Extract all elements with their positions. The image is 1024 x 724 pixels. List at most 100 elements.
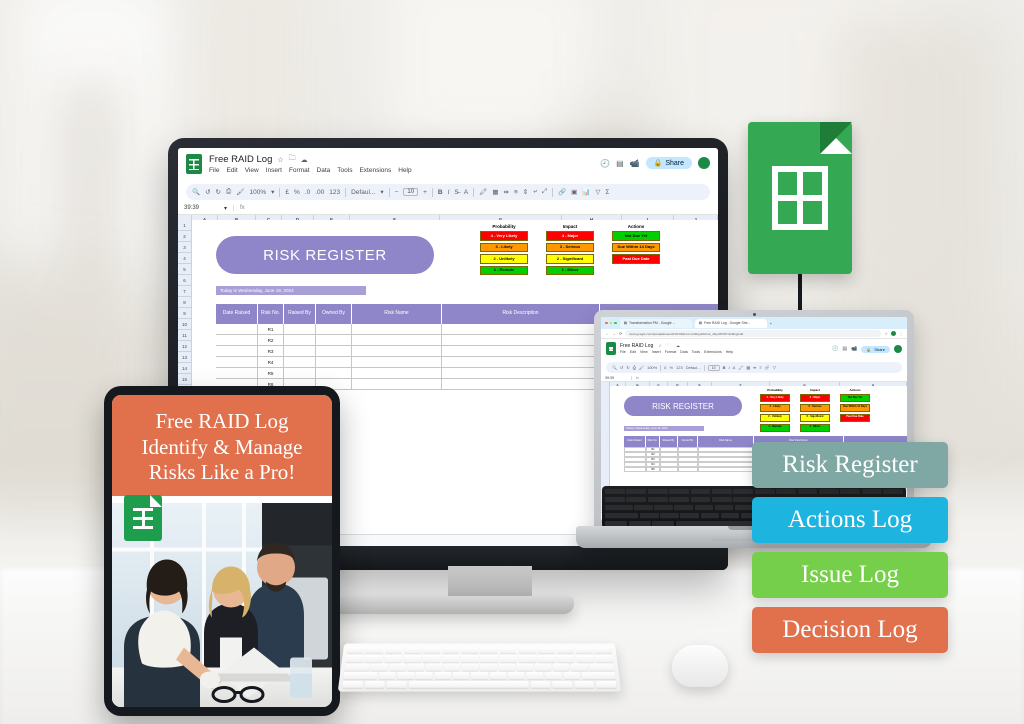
row-header[interactable]: 1 [178, 220, 191, 231]
cell-risk-name[interactable] [352, 368, 442, 379]
currency-icon[interactable]: £ [664, 365, 666, 370]
close-icon[interactable] [605, 321, 608, 325]
cell-risk-name[interactable] [352, 346, 442, 357]
font-size-increase-button[interactable]: + [423, 189, 427, 196]
cell-date-raised[interactable] [216, 335, 258, 346]
cell-risk-name[interactable] [698, 467, 754, 472]
menu-item-extensions[interactable]: Extensions [359, 167, 391, 174]
zoom-level[interactable]: 100% [249, 189, 266, 196]
font-family-select[interactable]: Defaul... [686, 365, 701, 370]
link-icon[interactable]: 🔗 [558, 188, 566, 196]
cell-risk-no[interactable]: R4 [258, 357, 284, 368]
maximize-icon[interactable] [614, 321, 617, 325]
menu-item-edit[interactable]: Edit [630, 350, 636, 354]
text-color-icon[interactable]: A [733, 365, 736, 370]
bold-icon[interactable]: B [438, 189, 443, 196]
row-header[interactable]: 7 [178, 286, 191, 297]
new-tab-button[interactable]: + [770, 321, 772, 326]
print-icon[interactable]: ⎙ [226, 188, 231, 196]
search-icon[interactable]: 🔍 [612, 365, 617, 370]
horizontal-align-icon[interactable]: ≡ [760, 365, 762, 370]
menu-item-extensions[interactable]: Extensions [704, 350, 722, 354]
cell-risk-name[interactable] [352, 324, 442, 335]
text-rotation-icon[interactable]: ⤢ [542, 188, 547, 196]
merge-cells-icon[interactable]: ⇹ [753, 365, 756, 370]
chevron-down-icon[interactable]: ▾ [271, 188, 274, 196]
star-icon[interactable]: ☆ [277, 156, 283, 164]
redo-icon[interactable]: ↻ [626, 365, 629, 370]
menu-item-insert[interactable]: Insert [266, 167, 282, 174]
row-header[interactable]: 8 [178, 297, 191, 308]
cell-raised-by[interactable] [284, 368, 316, 379]
row-header[interactable]: 3 [178, 242, 191, 253]
borders-icon[interactable]: ▦ [492, 188, 498, 196]
menu-item-format[interactable]: Format [665, 350, 676, 354]
percent-icon[interactable]: % [669, 365, 673, 370]
browser-tab-2[interactable]: ▤ Free RAID Log - Google She... [694, 318, 767, 328]
url-input[interactable]: docs.google.com/spreadsheets/d/1fxVIk9Uv… [625, 330, 882, 337]
row-header[interactable]: 2 [178, 231, 191, 242]
menu-item-view[interactable]: View [245, 167, 259, 174]
cell-raised-by[interactable] [284, 346, 316, 357]
font-size-decrease-button[interactable]: − [395, 189, 399, 196]
fill-color-icon[interactable]: 🖍 [479, 188, 487, 196]
functions-icon[interactable]: Σ [605, 189, 609, 196]
cell-risk-no[interactable]: R2 [258, 335, 284, 346]
cell-owned-by[interactable] [316, 324, 352, 335]
back-icon[interactable]: ← [605, 331, 609, 336]
share-button[interactable]: 🔒 Share [861, 345, 890, 353]
cell-risk-no[interactable]: R5 [646, 467, 660, 472]
menu-item-tools[interactable]: Tools [692, 350, 700, 354]
row-header[interactable]: 13 [178, 352, 191, 363]
version-history-icon[interactable]: 🕘 [600, 159, 610, 168]
move-to-folder-icon[interactable]: 🗀 [667, 342, 671, 349]
share-button[interactable]: 🔒 Share [645, 157, 692, 169]
avatar[interactable] [698, 157, 710, 169]
menu-item-format[interactable]: Format [289, 167, 310, 174]
row-header[interactable]: 15 [178, 374, 191, 385]
menu-item-file[interactable]: File [620, 350, 626, 354]
paint-format-icon[interactable]: 🖌 [236, 188, 244, 196]
star-icon[interactable]: ☆ [658, 343, 662, 348]
horizontal-align-icon[interactable]: ≡ [514, 189, 518, 196]
currency-icon[interactable]: £ [285, 189, 289, 196]
name-box[interactable]: 39:39 [605, 376, 625, 380]
browser-tab-1[interactable]: ▤ Transformation PM - Google ... [619, 318, 692, 328]
cell-raised-by[interactable] [284, 357, 316, 368]
profile-icon[interactable] [891, 331, 896, 336]
google-meet-icon[interactable]: 📹 [851, 346, 857, 352]
more-formats-icon[interactable]: 123 [329, 189, 340, 196]
menu-item-insert[interactable]: Insert [652, 350, 661, 354]
insert-comment-icon[interactable]: ▣ [571, 188, 577, 196]
decimal-decrease-icon[interactable]: .0 [305, 189, 310, 196]
more-formats-icon[interactable]: 123 [676, 365, 683, 370]
undo-icon[interactable]: ↺ [205, 188, 210, 196]
row-header[interactable]: 14 [178, 363, 191, 374]
menu-item-help[interactable]: Help [398, 167, 411, 174]
move-to-folder-icon[interactable]: 🗀 [289, 154, 296, 165]
strikethrough-icon[interactable]: S̶ [454, 189, 458, 196]
cell-owned-by[interactable] [316, 335, 352, 346]
insert-chart-icon[interactable]: 📊 [582, 188, 590, 196]
cell-owned-by[interactable] [316, 357, 352, 368]
row-header[interactable]: 6 [178, 275, 191, 286]
search-icon[interactable]: 🔍 [192, 188, 200, 196]
paint-format-icon[interactable]: 🖌 [639, 365, 644, 370]
cell-date-raised[interactable] [216, 368, 258, 379]
name-box[interactable]: 39:39 [184, 205, 218, 211]
avatar[interactable] [894, 345, 902, 353]
cell-risk-no[interactable]: R3 [258, 346, 284, 357]
window-controls[interactable] [605, 321, 617, 325]
cell-date-raised[interactable] [216, 324, 258, 335]
filter-icon[interactable]: ▽ [773, 365, 776, 370]
row-header[interactable]: 12 [178, 341, 191, 352]
decimal-increase-icon[interactable]: .00 [315, 189, 324, 196]
formula-bar[interactable]: 39:39 fx [601, 374, 907, 382]
reload-icon[interactable]: ⟳ [619, 331, 622, 336]
row-header[interactable]: 4 [178, 253, 191, 264]
keyboard[interactable] [337, 643, 622, 692]
minimize-icon[interactable] [609, 321, 613, 325]
menu-icon[interactable]: ⋮ [899, 331, 903, 336]
cell-date-raised[interactable] [216, 357, 258, 368]
menu-item-tools[interactable]: Tools [337, 167, 352, 174]
